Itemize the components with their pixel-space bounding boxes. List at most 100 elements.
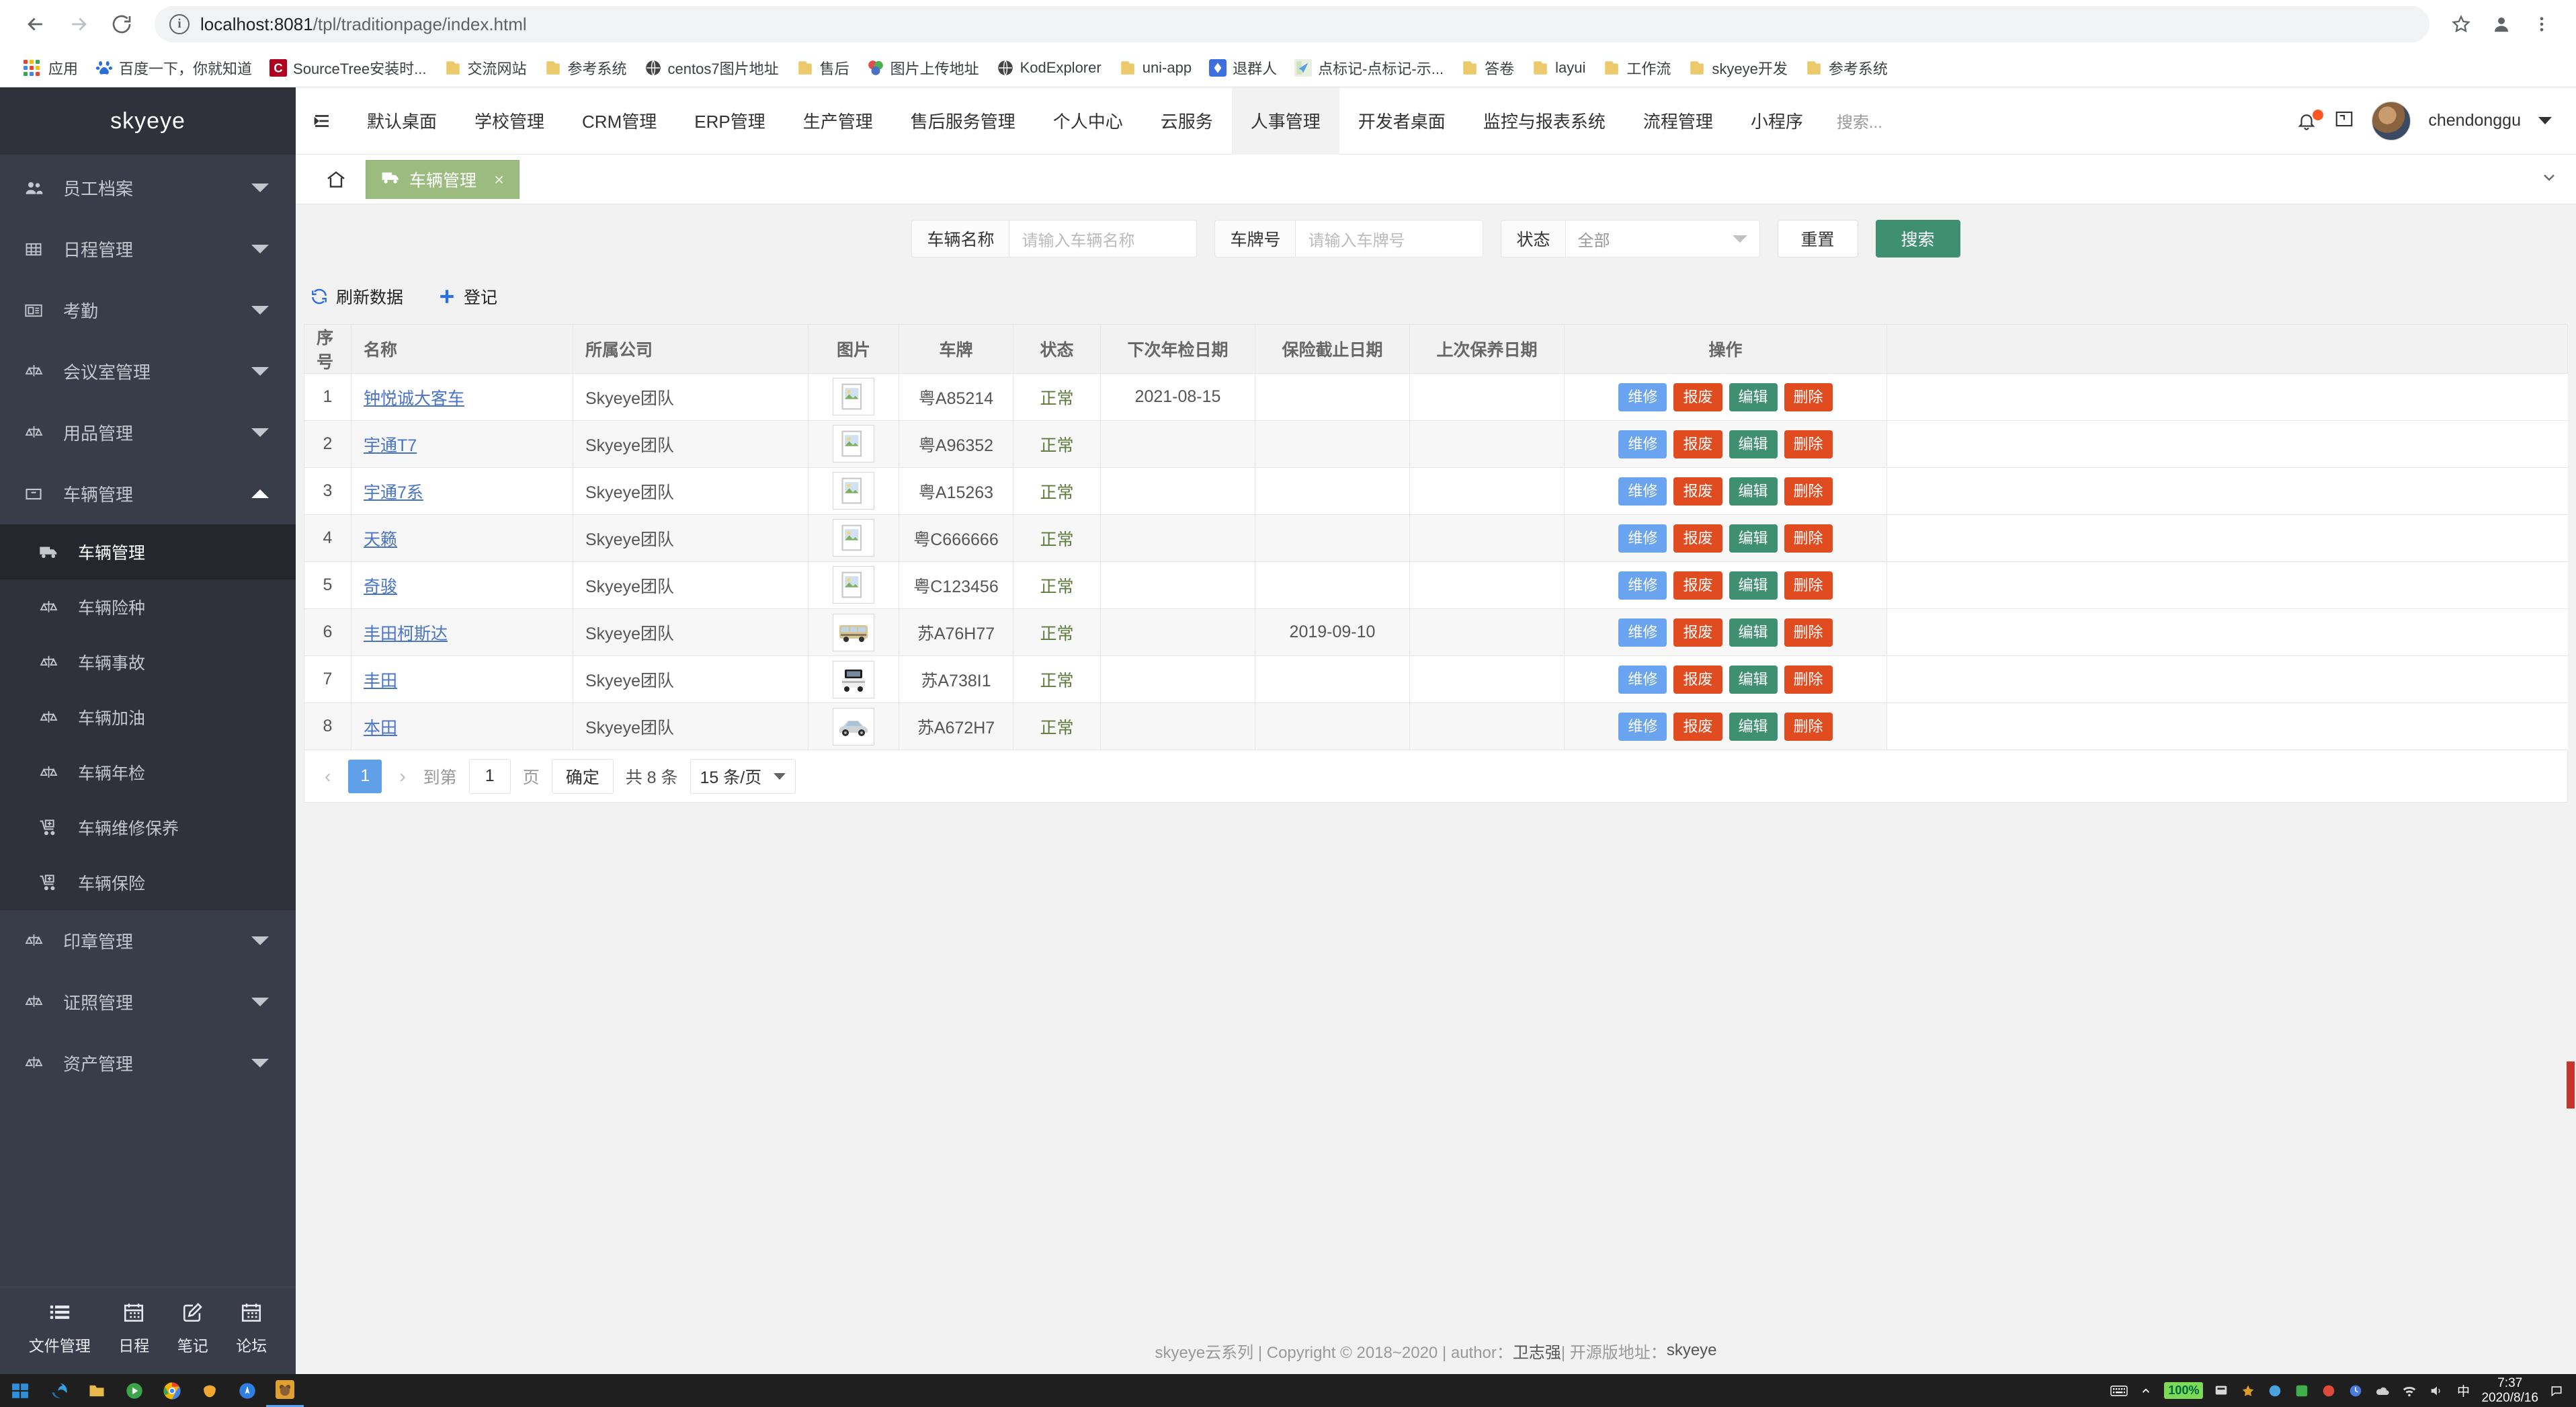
action-repair-button[interactable]: 维修 xyxy=(1618,524,1667,553)
action-scrap-button[interactable]: 报废 xyxy=(1673,571,1722,600)
taskbar-app-location[interactable] xyxy=(228,1374,266,1407)
action-scrap-button[interactable]: 报废 xyxy=(1673,430,1722,458)
notifications-button[interactable] xyxy=(2296,111,2317,131)
action-edit-button[interactable]: 编辑 xyxy=(1729,383,1778,411)
action-delete-button[interactable]: 删除 xyxy=(1784,666,1833,694)
bookmark-cankao2[interactable]: 参考系统 xyxy=(1796,52,1897,83)
action-edit-button[interactable]: 编辑 xyxy=(1729,713,1778,741)
scrollbar-marker[interactable] xyxy=(2567,1061,2575,1109)
sidebar-item-vehicle-insurance-type[interactable]: 车辆险种 xyxy=(0,579,296,635)
user-name[interactable]: chendonggu xyxy=(2428,111,2521,130)
taskbar-clock[interactable]: 7:37 2020/8/16 xyxy=(2481,1376,2538,1406)
action-edit-button[interactable]: 编辑 xyxy=(1729,477,1778,506)
action-repair-button[interactable]: 维修 xyxy=(1618,430,1667,458)
bookmark-tupian-upload[interactable]: 图片上传地址 xyxy=(858,52,988,83)
vehicle-name-link[interactable]: 奇骏 xyxy=(364,577,397,596)
vehicle-thumbnail[interactable] xyxy=(833,472,874,510)
bookmark-uniapp[interactable]: uni-app xyxy=(1110,52,1200,83)
page-size-select[interactable]: 15 条/页 xyxy=(690,759,796,794)
register-button[interactable]: 登记 xyxy=(438,284,497,309)
vehicle-name-link[interactable]: 宇通T7 xyxy=(364,436,417,455)
vehicle-thumbnail[interactable] xyxy=(833,614,874,651)
goto-confirm-button[interactable]: 确定 xyxy=(552,759,614,794)
taskbar-app-chrome[interactable] xyxy=(153,1374,191,1407)
action-delete-button[interactable]: 删除 xyxy=(1784,430,1833,458)
action-repair-button[interactable]: 维修 xyxy=(1618,571,1667,600)
action-scrap-button[interactable]: 报废 xyxy=(1673,618,1722,647)
topnav-item-production[interactable]: 生产管理 xyxy=(784,87,892,155)
chevron-down-icon[interactable] xyxy=(251,428,269,437)
topnav-item-hr[interactable]: 人事管理 xyxy=(1232,87,1339,155)
ime-indicator[interactable]: 中 xyxy=(2454,1382,2472,1400)
chrome-menu-icon[interactable] xyxy=(2524,6,2560,42)
sidebar-item-seal-management[interactable]: 印章管理 xyxy=(0,910,296,971)
vehicle-name-link[interactable]: 天籁 xyxy=(364,530,397,549)
action-delete-button[interactable]: 删除 xyxy=(1784,477,1833,506)
tray-icon-f[interactable] xyxy=(2347,1382,2364,1400)
app-logo[interactable]: skyeye xyxy=(0,87,296,155)
action-edit-button[interactable]: 编辑 xyxy=(1729,666,1778,694)
bookmark-layui[interactable]: layui xyxy=(1523,52,1594,83)
refresh-data-button[interactable]: 刷新数据 xyxy=(310,284,403,309)
bookmark-cankao1[interactable]: 参考系统 xyxy=(536,52,636,83)
bookmark-gongzuoliu[interactable]: 工作流 xyxy=(1594,52,1679,83)
plate-number-input[interactable]: 请输入车牌号 xyxy=(1295,220,1483,257)
battery-percentage[interactable]: 100% xyxy=(2164,1382,2203,1399)
reload-icon[interactable] xyxy=(102,5,141,44)
page-1-button[interactable]: 1 xyxy=(348,760,382,793)
topnav-item-process[interactable]: 流程管理 xyxy=(1624,87,1732,155)
sidebar-item-vehicle-insurance[interactable]: 车辆保险 xyxy=(0,855,296,910)
action-delete-button[interactable]: 删除 xyxy=(1784,571,1833,600)
bookmark-tuiqunren[interactable]: 退群人 xyxy=(1200,52,1286,83)
action-edit-button[interactable]: 编辑 xyxy=(1729,430,1778,458)
action-repair-button[interactable]: 维修 xyxy=(1618,383,1667,411)
action-scrap-button[interactable]: 报废 xyxy=(1673,666,1722,694)
sidebar-tool-forum[interactable]: 论坛 xyxy=(236,1298,267,1356)
action-repair-button[interactable]: 维修 xyxy=(1618,666,1667,694)
topnav-item-miniprogram[interactable]: 小程序 xyxy=(1732,87,1822,155)
topnav-item-default-desktop[interactable]: 默认桌面 xyxy=(348,87,456,155)
sidebar-item-meeting-room[interactable]: 会议室管理 xyxy=(0,341,296,402)
volume-icon[interactable] xyxy=(2427,1382,2445,1400)
action-repair-button[interactable]: 维修 xyxy=(1618,477,1667,506)
chevron-down-icon[interactable] xyxy=(251,184,269,192)
topnav-item-erp[interactable]: ERP管理 xyxy=(675,87,784,155)
taskbar-app-monkey[interactable] xyxy=(266,1374,304,1407)
chevron-up-icon[interactable] xyxy=(2137,1382,2155,1400)
chevron-down-icon[interactable] xyxy=(251,1059,269,1068)
topnav-item-cloud-service[interactable]: 云服务 xyxy=(1142,87,1232,155)
next-page-button[interactable]: › xyxy=(394,766,411,787)
vehicle-thumbnail[interactable] xyxy=(833,566,874,604)
back-arrow-icon[interactable] xyxy=(16,5,55,44)
user-menu-caret-icon[interactable] xyxy=(2538,117,2552,124)
footer-link[interactable]: skyeye xyxy=(1667,1341,1717,1360)
site-info-icon[interactable]: i xyxy=(169,14,190,34)
topnav-item-monitoring-reports[interactable]: 监控与报表系统 xyxy=(1464,87,1624,155)
touch-keyboard-icon[interactable] xyxy=(2110,1382,2128,1400)
action-edit-button[interactable]: 编辑 xyxy=(1729,571,1778,600)
vehicle-thumbnail[interactable] xyxy=(833,425,874,463)
search-button[interactable]: 搜索 xyxy=(1876,220,1960,257)
vehicle-thumbnail[interactable] xyxy=(833,378,874,415)
action-delete-button[interactable]: 删除 xyxy=(1784,383,1833,411)
status-select[interactable]: 全部 xyxy=(1565,220,1760,257)
onedrive-icon[interactable] xyxy=(2374,1382,2391,1400)
sidebar-tool-file-manager[interactable]: 文件管理 xyxy=(29,1298,91,1356)
taskbar-app-edge[interactable] xyxy=(40,1374,78,1407)
tray-icon-c[interactable] xyxy=(2266,1382,2284,1400)
vehicle-name-input[interactable]: 请输入车辆名称 xyxy=(1009,220,1197,257)
sidebar-item-supplies[interactable]: 用品管理 xyxy=(0,402,296,463)
action-delete-button[interactable]: 删除 xyxy=(1784,618,1833,647)
sidebar-item-vehicle-inspection[interactable]: 车辆年检 xyxy=(0,745,296,800)
vehicle-name-link[interactable]: 本田 xyxy=(364,719,397,737)
chevron-down-icon[interactable] xyxy=(251,998,269,1006)
tray-icon-d[interactable] xyxy=(2293,1382,2311,1400)
close-icon[interactable]: × xyxy=(494,169,504,190)
sidebar-item-license-management[interactable]: 证照管理 xyxy=(0,971,296,1033)
vehicle-thumbnail[interactable] xyxy=(833,519,874,557)
action-delete-button[interactable]: 删除 xyxy=(1784,524,1833,553)
bookmark-skyeye-dev[interactable]: skyeye开发 xyxy=(1679,52,1796,83)
topnav-item-aftersales[interactable]: 售后服务管理 xyxy=(892,87,1034,155)
bookmark-apps[interactable]: 应用 xyxy=(15,52,87,83)
chevron-down-icon[interactable] xyxy=(251,306,269,315)
